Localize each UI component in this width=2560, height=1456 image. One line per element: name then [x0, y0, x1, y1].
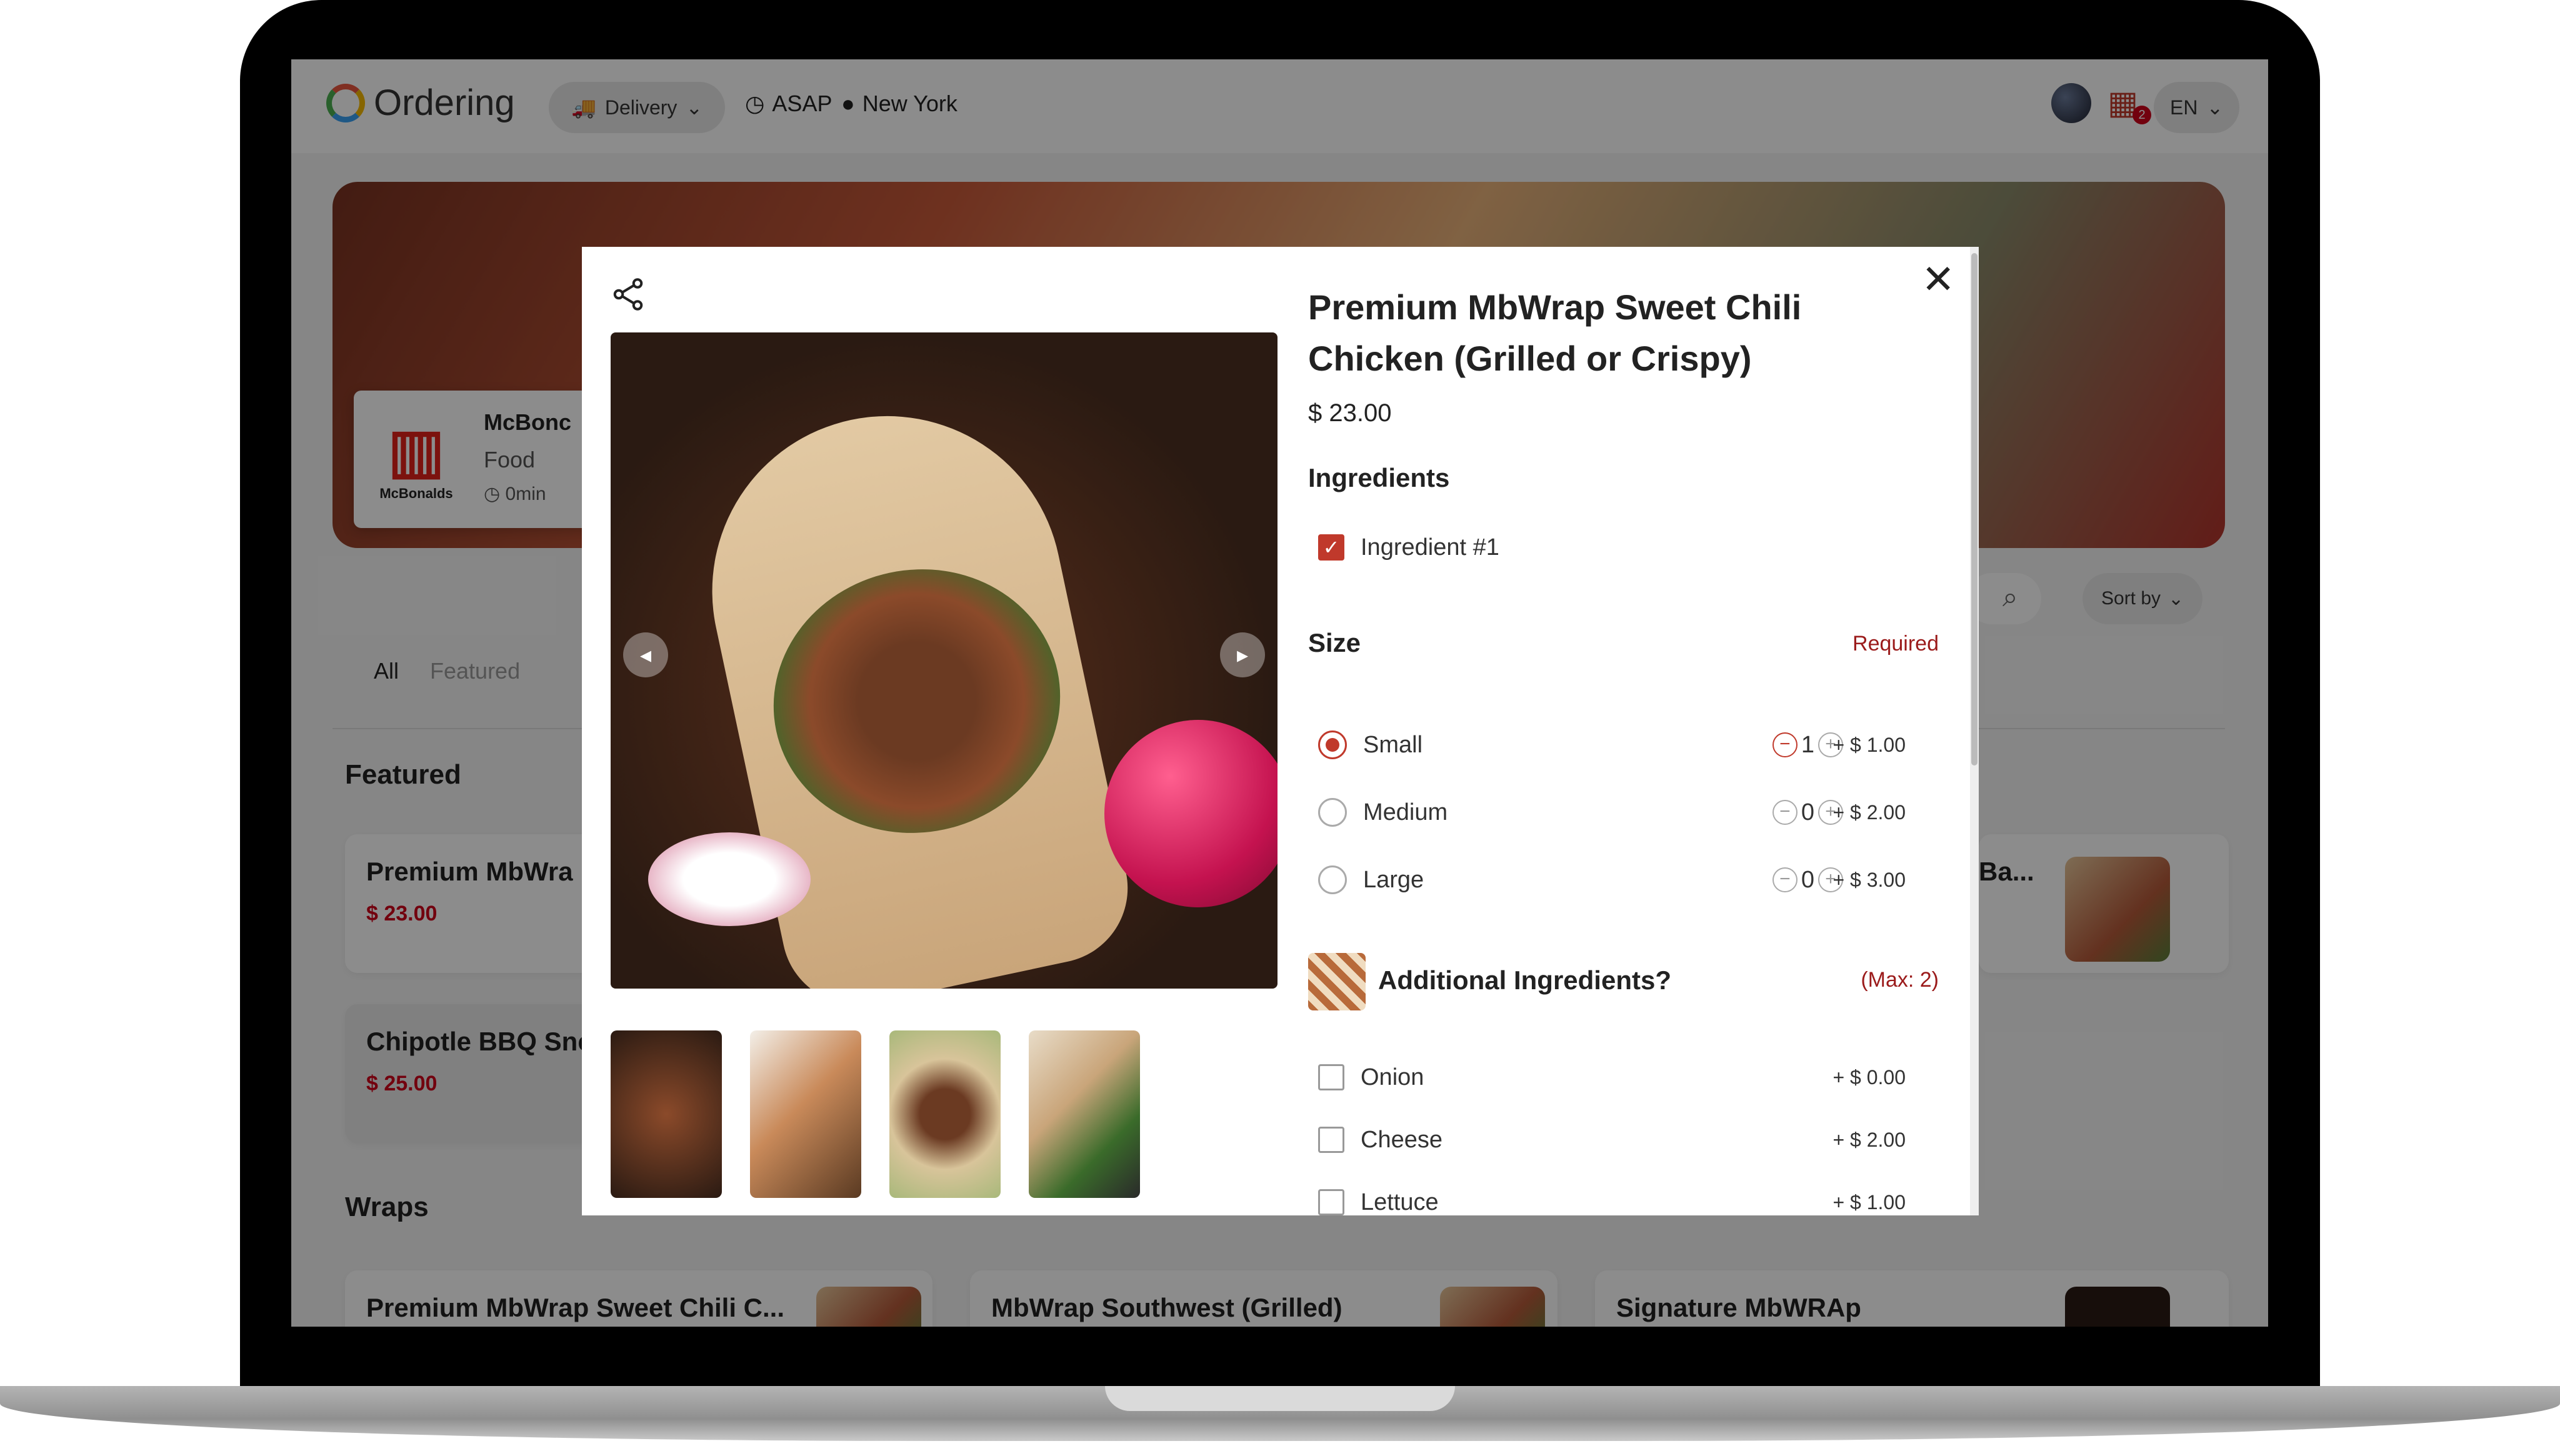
decrement-button[interactable]: − — [1772, 800, 1798, 825]
close-button[interactable]: ✕ — [1921, 259, 1955, 299]
additional-option[interactable]: Cheese + $ 2.00 — [1318, 1112, 1931, 1168]
quantity-value: 0 — [1801, 866, 1814, 893]
checkbox-unchecked[interactable] — [1318, 1189, 1344, 1215]
chevron-left-icon: ◂ — [639, 642, 652, 667]
option-label: Onion — [1361, 1064, 1424, 1090]
thumbnail-3[interactable] — [889, 1030, 1001, 1198]
product-title: Premium MbWrap Sweet Chili Chicken (Gril… — [1308, 287, 1802, 378]
ingredient-row[interactable]: ✓ Ingredient #1 — [1318, 519, 1931, 576]
additional-option[interactable]: Onion + $ 0.00 — [1318, 1049, 1931, 1105]
product-main-image: ◂ ▸ — [611, 332, 1278, 989]
share-button[interactable] — [609, 276, 647, 313]
ingredients-heading: Ingredients — [1308, 463, 1450, 492]
size-label: Medium — [1363, 799, 1448, 825]
required-badge: Required — [1852, 632, 1939, 656]
radio-unselected[interactable] — [1318, 865, 1347, 894]
checkbox-unchecked[interactable] — [1318, 1127, 1344, 1153]
quantity-value: 0 — [1801, 799, 1814, 825]
option-price: + $ 0.00 — [1832, 1065, 1906, 1089]
thumbnail-4[interactable] — [1029, 1030, 1140, 1198]
app-screen: Ordering 🚚 Delivery ⌄ ◷ ASAP ● New York … — [291, 59, 2268, 1327]
size-option-small[interactable]: Small − 1 + + $ 1.00 — [1318, 717, 1931, 773]
product-price: $ 23.00 — [1308, 399, 1392, 427]
share-icon — [613, 278, 643, 311]
size-price: + $ 1.00 — [1832, 733, 1906, 756]
additional-ingredients-icon — [1308, 953, 1366, 1010]
radio-selected[interactable] — [1318, 730, 1347, 759]
product-modal: ◂ ▸ ✕ Premium MbWrap Sweet Chili Chicken… — [582, 247, 1979, 1215]
radio-unselected[interactable] — [1318, 798, 1347, 827]
size-price: + $ 2.00 — [1832, 800, 1906, 824]
next-image-button[interactable]: ▸ — [1220, 632, 1265, 677]
size-price: + $ 3.00 — [1832, 868, 1906, 891]
decrement-button[interactable]: − — [1772, 867, 1798, 892]
scrollbar-thumb[interactable] — [1971, 253, 1978, 765]
size-heading: Size — [1308, 628, 1361, 657]
prev-image-button[interactable]: ◂ — [623, 632, 668, 677]
thumbnail-2[interactable] — [750, 1030, 861, 1198]
size-label: Small — [1363, 731, 1423, 758]
option-label: Cheese — [1361, 1126, 1442, 1153]
thumbnail-1[interactable] — [611, 1030, 722, 1198]
laptop-notch — [1105, 1386, 1455, 1411]
option-price: + $ 2.00 — [1832, 1128, 1906, 1151]
radish-shape — [1104, 720, 1278, 907]
decrement-button[interactable]: − — [1772, 732, 1798, 757]
image-thumbnails — [611, 1030, 1140, 1198]
additional-heading: Additional Ingredients? — [1378, 965, 1671, 995]
chevron-right-icon: ▸ — [1236, 642, 1249, 667]
size-label: Large — [1363, 866, 1424, 893]
radish-slice-shape — [648, 832, 811, 926]
checkbox-unchecked[interactable] — [1318, 1064, 1344, 1090]
checkbox-checked[interactable]: ✓ — [1318, 534, 1344, 561]
quantity-value: 1 — [1801, 731, 1814, 758]
ingredient-label: Ingredient #1 — [1361, 534, 1499, 561]
option-label: Lettuce — [1361, 1189, 1439, 1215]
option-price: + $ 1.00 — [1832, 1190, 1906, 1214]
size-option-large[interactable]: Large − 0 + + $ 3.00 — [1318, 852, 1931, 908]
size-option-medium[interactable]: Medium − 0 + + $ 2.00 — [1318, 784, 1931, 840]
close-icon: ✕ — [1921, 257, 1955, 302]
scrollbar[interactable] — [1970, 247, 1979, 1215]
additional-option[interactable]: Lettuce + $ 1.00 — [1318, 1174, 1931, 1230]
max-badge: (Max: 2) — [1861, 968, 1939, 992]
product-options-pane: ✕ Premium MbWrap Sweet Chili Chicken (Gr… — [1293, 247, 1979, 1215]
